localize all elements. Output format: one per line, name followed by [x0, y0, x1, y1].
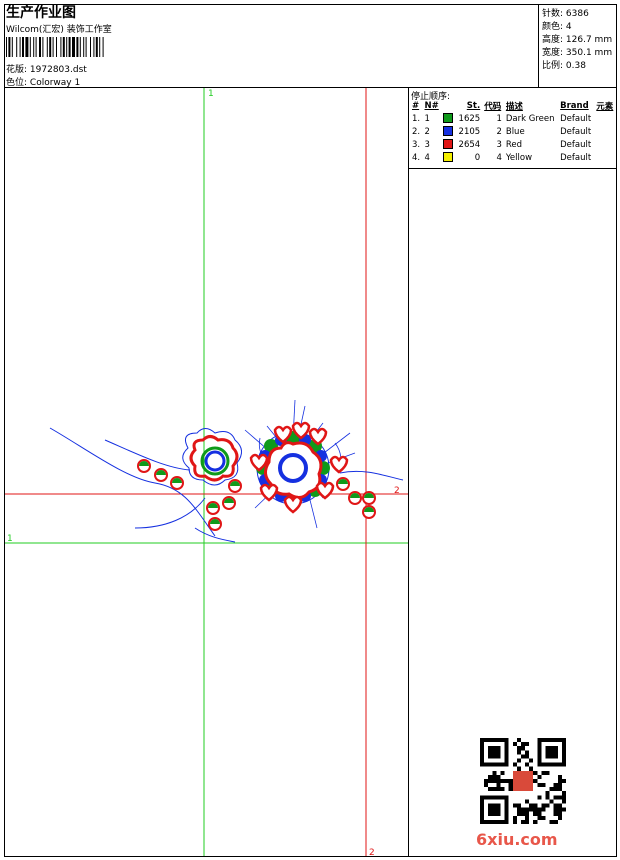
row-description: Red [505, 139, 523, 150]
width-value: 350.1 mm [565, 48, 613, 58]
row-stitches: 2654 [458, 139, 481, 150]
stitches-row: 针数: 6386 [542, 6, 589, 19]
row-code: 4 [496, 152, 502, 163]
stitches-label: 针数: [542, 9, 564, 19]
row-description: Yellow [505, 152, 533, 163]
green-guide-label-left: 1 [7, 534, 13, 544]
row-needle: 2 [424, 126, 430, 137]
table-header-row: # N# St. 代码 描述 Brand 元素 [410, 100, 616, 112]
row-index: 3. [412, 139, 421, 150]
row-element [594, 151, 616, 164]
colors-label: 颜色: [542, 22, 564, 32]
col-needle: N# [424, 101, 439, 111]
row-description: Blue [505, 126, 525, 137]
red-guide-label-bottom: 2 [369, 848, 375, 856]
row-element [594, 138, 616, 151]
row-element [594, 125, 616, 138]
design-file-value: 1972803.dst [29, 65, 87, 75]
site-watermark-logo: 6xiu.com [476, 830, 558, 849]
colors-row: 颜色: 4 [542, 19, 572, 32]
row-brand: Default [560, 139, 592, 150]
color-sequence-table: # N# St. 代码 描述 Brand 元素 1. 1 1625 1 Dark Gre… [410, 100, 616, 164]
green-guide-label-top: 1 [208, 89, 214, 99]
vine-stems [49, 427, 404, 543]
qr-code [480, 738, 566, 824]
color-swatch [443, 113, 454, 124]
col-index: # [412, 101, 420, 111]
table-row: 2. 2 2105 2 Blue Default [410, 125, 616, 138]
right-flower [244, 399, 356, 529]
row-code: 3 [496, 139, 502, 150]
red-guide-label-right: 2 [394, 486, 400, 496]
design-file-line: 花版: 1972803.dst [6, 62, 87, 75]
row-code: 2 [496, 126, 502, 137]
row-index: 4. [412, 152, 421, 163]
col-element: 元素 [596, 102, 614, 112]
color-swatch [443, 139, 454, 150]
scale-label: 比例: [542, 61, 564, 71]
row-brand: Default [560, 152, 592, 163]
table-row: 3. 3 2654 3 Red Default [410, 138, 616, 151]
left-flower [182, 428, 242, 486]
row-index: 2. [412, 126, 421, 137]
design-info-box: 针数: 6386 颜色: 4 高度: 126.7 mm 宽度: 350.1 mm… [538, 4, 618, 88]
height-row: 高度: 126.7 mm [542, 32, 612, 45]
row-brand: Default [560, 126, 592, 137]
row-swatch [441, 151, 455, 164]
col-swatch [441, 100, 455, 112]
width-label: 宽度: [542, 48, 564, 58]
row-swatch [441, 138, 455, 151]
table-row: 1. 1 1625 1 Dark Green Default [410, 112, 616, 125]
row-stitches: 0 [474, 152, 481, 163]
col-stitches: St. [466, 101, 481, 111]
row-stitches: 2105 [458, 126, 481, 137]
row-description: Dark Green [505, 113, 555, 124]
design-file-label: 花版: [6, 65, 28, 75]
row-needle: 1 [424, 113, 430, 124]
row-element [594, 112, 616, 125]
col-code: 代码 [484, 102, 502, 112]
col-brand: Brand [560, 101, 589, 111]
scale-row: 比例: 0.38 [542, 58, 586, 71]
page-title: 生产作业图 [6, 5, 76, 21]
row-swatch [441, 125, 455, 138]
row-swatch [441, 112, 455, 125]
row-stitches: 1625 [458, 113, 481, 124]
color-swatch [443, 126, 454, 137]
row-index: 1. [412, 113, 421, 124]
row-brand: Default [560, 113, 592, 124]
width-row: 宽度: 350.1 mm [542, 45, 612, 58]
row-code: 1 [496, 113, 502, 124]
colors-value: 4 [565, 22, 572, 32]
stitches-value: 6386 [565, 9, 589, 19]
scale-value: 0.38 [565, 61, 586, 71]
row-needle: 3 [424, 139, 430, 150]
embroidery-design-canvas: 1 1 2 2 [5, 88, 408, 856]
color-panel-divider [408, 168, 617, 169]
height-value: 126.7 mm [565, 35, 613, 45]
height-label: 高度: [542, 35, 564, 45]
company-name: Wilcom(汇宏) 装饰工作室 [6, 25, 112, 35]
table-row: 4. 4 0 4 Yellow Default [410, 151, 616, 164]
col-description: 描述 [505, 102, 523, 112]
row-needle: 4 [424, 152, 430, 163]
color-swatch [443, 152, 454, 163]
barcode [6, 37, 104, 57]
